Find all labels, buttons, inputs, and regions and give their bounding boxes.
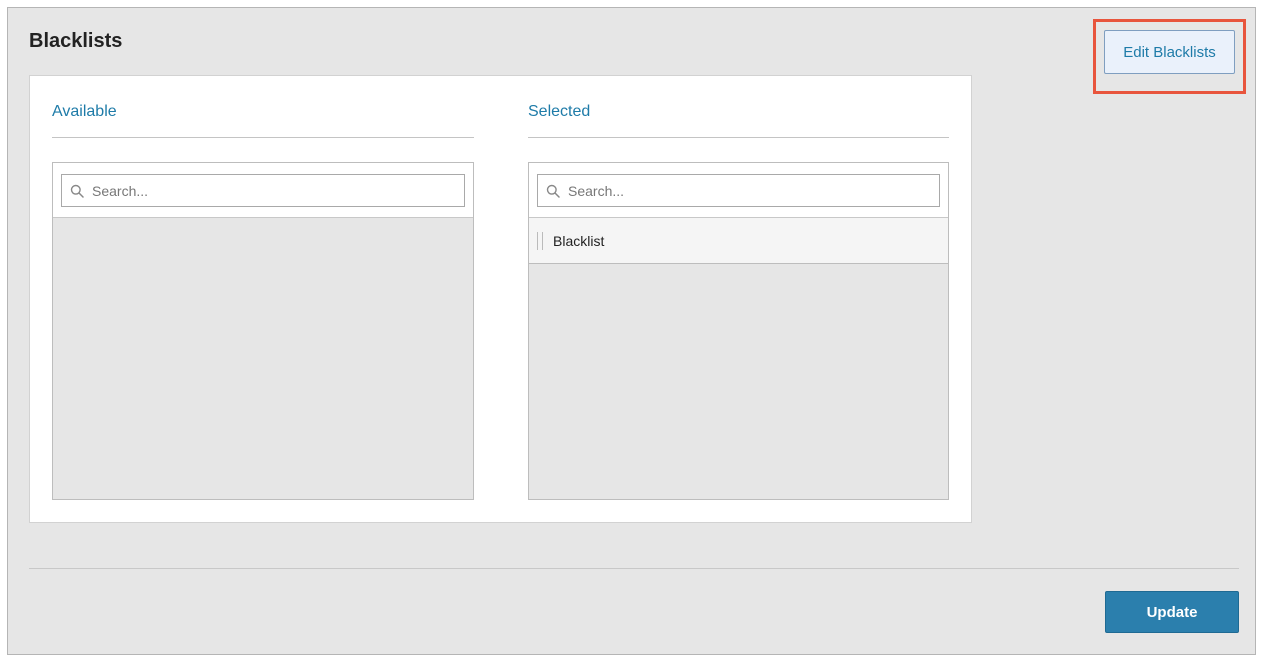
selected-search-input[interactable]	[568, 182, 939, 199]
drag-handle-icon[interactable]	[537, 231, 543, 250]
edit-blacklists-button[interactable]: Edit Blacklists	[1104, 30, 1235, 74]
footer-divider	[29, 568, 1239, 569]
available-divider	[52, 137, 474, 138]
available-search-input[interactable]	[92, 182, 464, 199]
selected-search-row	[529, 163, 948, 218]
search-icon	[70, 184, 84, 198]
available-column-title: Available	[52, 103, 117, 120]
selected-divider	[528, 137, 949, 138]
available-search-row	[53, 163, 473, 218]
available-search-box[interactable]	[61, 174, 465, 207]
available-listbox[interactable]	[52, 162, 474, 500]
selected-listbox[interactable]: Blacklist	[528, 162, 949, 500]
blacklist-picker-card: Available Selected	[29, 75, 972, 523]
edit-blacklists-highlight: Edit Blacklists	[1093, 19, 1246, 94]
list-item-label: Blacklist	[553, 232, 605, 249]
selected-column-title: Selected	[528, 103, 591, 120]
blacklists-panel: Blacklists Edit Blacklists Available Sel…	[7, 7, 1256, 655]
selected-list-item[interactable]: Blacklist	[529, 218, 948, 264]
search-icon	[546, 184, 560, 198]
update-button[interactable]: Update	[1105, 591, 1239, 633]
panel-title: Blacklists	[29, 30, 123, 52]
selected-search-box[interactable]	[537, 174, 940, 207]
